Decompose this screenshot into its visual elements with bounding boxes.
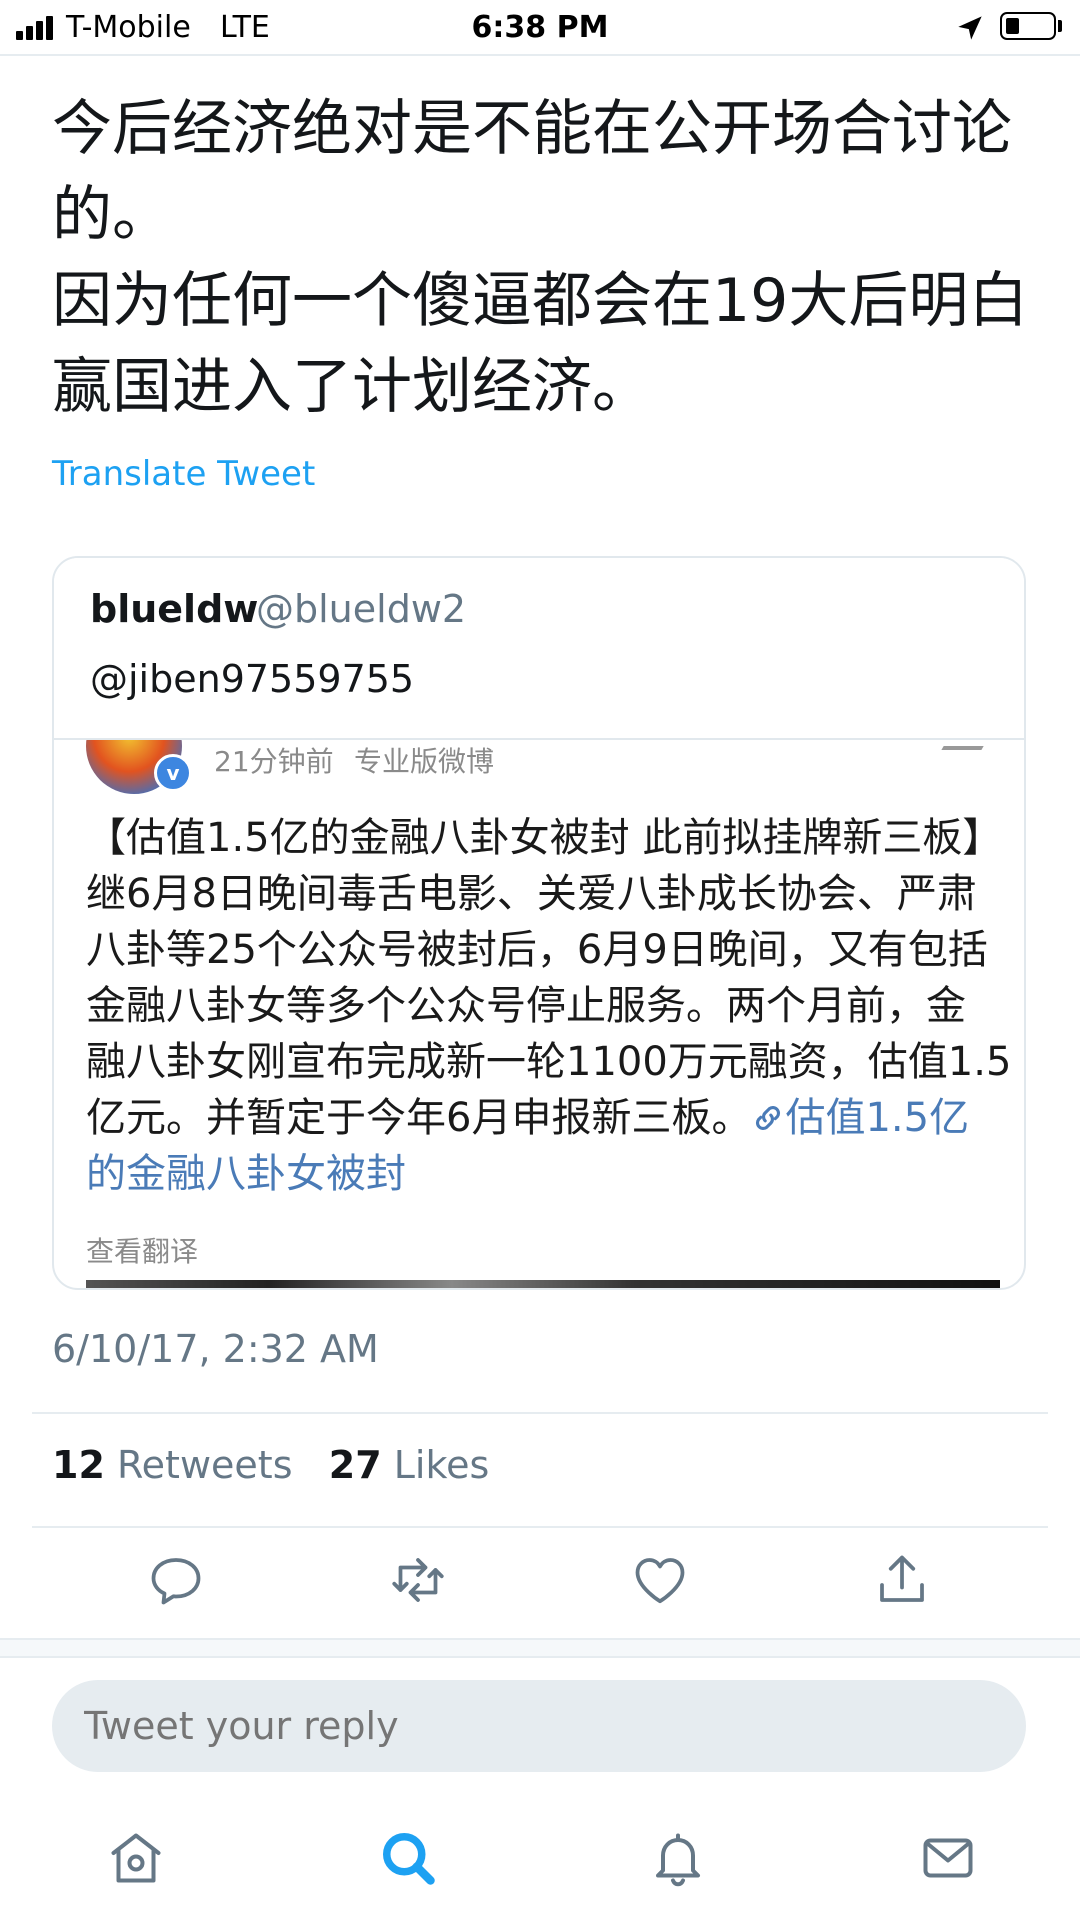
status-bar: T-Mobile LTE 6:38 PM: [0, 0, 1080, 56]
tweet-text: 今后经济绝对是不能在公开场合讨论 的。 因为任何一个傻逼都会在19大后明白 赢国…: [52, 86, 1042, 430]
search-icon: [383, 1833, 435, 1885]
quoted-tweet-header: blueldw @blueldw2 @jiben97559755: [54, 558, 1024, 738]
weibo-body-line: 【估值1.5亿的金融八卦女被封 此前拟挂牌新三板】: [86, 815, 1003, 861]
see-translation-label: 查看翻译: [86, 1235, 199, 1268]
share-button[interactable]: [872, 1550, 932, 1610]
tab-search[interactable]: [378, 1828, 438, 1888]
card-divider: [54, 738, 1024, 740]
reply-button[interactable]: [146, 1550, 206, 1610]
tab-home[interactable]: [106, 1828, 166, 1888]
retweet-icon: [392, 1558, 444, 1602]
weibo-article-link: 估值1.5亿: [751, 1095, 969, 1141]
share-icon: [880, 1555, 924, 1602]
tweet-stats: 12 Retweets 27 Likes: [52, 1440, 489, 1490]
weibo-body-line: 八卦等25个公众号被封后，6月9日晚间，又有包括: [86, 927, 988, 973]
divider: [32, 1526, 1048, 1528]
weibo-time-ago: 21分钟前: [214, 745, 334, 778]
quoted-author-name: blueldw: [90, 587, 259, 631]
battery-level: [1006, 18, 1019, 34]
weibo-body-line-with-link: 亿元。并暂定于今年6月申报新三板。 估值1.5亿: [86, 1090, 996, 1146]
weibo-body-line: 亿元。并暂定于今年6月申报新三板。: [86, 1095, 752, 1141]
battery-icon: [1000, 12, 1056, 40]
weibo-link-text: 估值1.5亿: [785, 1095, 970, 1141]
tweet-text-line: 今后经济绝对是不能在公开场合讨论: [52, 94, 1012, 164]
weibo-post-body: 【估值1.5亿的金融八卦女被封 此前拟挂牌新三板】 继6月8日晚间毒舌电影、关爱…: [86, 810, 1012, 1202]
battery-cap: [1058, 20, 1062, 32]
weibo-body-line: 金融八卦女等多个公众号停止服务。两个月前，金: [86, 983, 966, 1029]
section-separator: [0, 1638, 1080, 1658]
location-arrow-icon: [958, 16, 982, 40]
tweet-text-line: 赢国进入了计划经济。: [52, 352, 652, 422]
tab-notifications[interactable]: [648, 1828, 708, 1888]
retweets-label[interactable]: Retweets: [117, 1443, 293, 1487]
messages-icon: [923, 1838, 973, 1878]
home-icon: [111, 1833, 161, 1883]
likes-count[interactable]: 27: [329, 1443, 382, 1487]
weibo-body-line: 继6月8日晚间毒舌电影、关爱八卦成长协会、严肃: [86, 871, 977, 917]
status-time: 6:38 PM: [471, 10, 609, 45]
reply-icon: [151, 1558, 201, 1605]
quoted-tweet-card[interactable]: v 21分钟前 专业版微博 blueldw @blueldw2 @jiben97…: [52, 556, 1026, 1290]
retweets-count[interactable]: 12: [52, 1443, 105, 1487]
translate-tweet-link[interactable]: Translate Tweet: [52, 452, 315, 496]
like-button[interactable]: [630, 1550, 690, 1610]
weibo-link-text-cont: 的金融八卦女被封: [86, 1151, 406, 1197]
tweet-text-line: 因为任何一个傻逼都会在19大后明白: [52, 266, 1029, 336]
quoted-author-handle: @blueldw2: [256, 587, 467, 631]
tweet-timestamp: 6/10/17, 2:32 AM: [52, 1327, 379, 1371]
link-icon: [756, 1105, 781, 1131]
retweet-button[interactable]: [388, 1550, 448, 1610]
verified-badge-icon: v: [154, 754, 192, 792]
like-icon: [635, 1558, 685, 1604]
notifications-icon: [656, 1833, 700, 1887]
tweet-text-line: 的。: [52, 180, 172, 250]
screenshot-photo-strip: [86, 1280, 1000, 1288]
likes-label[interactable]: Likes: [394, 1443, 490, 1487]
divider: [32, 1412, 1048, 1414]
weibo-body-line: 融八卦女刚宣布完成新一轮1100万元融资，估值1.5: [86, 1039, 1012, 1085]
weibo-source: 专业版微博: [354, 745, 495, 778]
quoted-reply-mention: @jiben97559755: [90, 657, 415, 701]
reply-input[interactable]: [52, 1680, 1026, 1772]
tab-messages[interactable]: [918, 1828, 978, 1888]
